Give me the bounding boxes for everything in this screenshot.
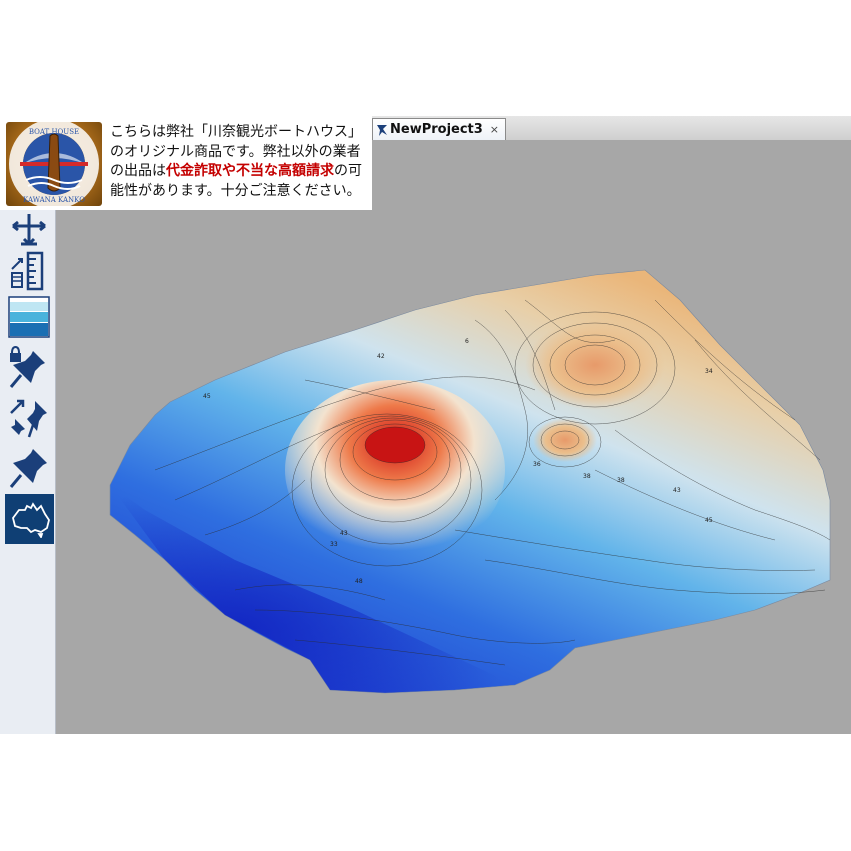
australia-map-icon	[11, 502, 50, 538]
move-vertical-icon	[12, 214, 46, 246]
contour-label: 48	[355, 578, 363, 585]
pin-tool[interactable]	[6, 444, 52, 490]
scale-ruler-icon	[11, 251, 44, 291]
contour-label: 38	[583, 473, 591, 480]
scale-tool[interactable]	[6, 248, 52, 294]
contour-label: 43	[340, 530, 348, 537]
contour-label: 33	[330, 541, 338, 548]
map-3d-viewport[interactable]: 48 45 43 38 36 33 38 34 45 6 43 42	[55, 140, 851, 734]
move-vertical-tool[interactable]	[6, 206, 52, 252]
resize-pins-icon	[10, 399, 47, 438]
project-icon	[377, 124, 387, 136]
document-tab-bar: NewProject3 ×	[372, 116, 851, 141]
tab-title: NewProject3	[390, 122, 483, 137]
contour-label: 34	[705, 368, 713, 375]
australia-map-tool[interactable]	[5, 494, 54, 544]
close-tab-icon[interactable]: ×	[490, 123, 499, 136]
resize-pins-tool[interactable]	[6, 394, 52, 440]
contour-label: 36	[533, 461, 541, 468]
contour-label: 38	[617, 477, 625, 484]
boat-house-logo: BOAT HOUSE KAWANA KANKO	[6, 119, 102, 209]
locked-pin-icon	[9, 345, 45, 388]
water-layers-icon	[8, 296, 50, 338]
contour-label: 42	[377, 353, 385, 360]
bathymetry-surface: 48 45 43 38 36 33 38 34 45 6 43 42	[109, 269, 831, 694]
tab-newproject3[interactable]: NewProject3 ×	[372, 118, 506, 140]
logo-text-top: BOAT HOUSE	[29, 128, 79, 136]
notice-text: こちらは弊社「川奈観光ボートハウス」のオリジナル商品です。弊社以外の業者の出品は…	[110, 123, 370, 201]
logo-text-bottom: KAWANA KANKO	[23, 196, 85, 204]
contour-label: 45	[705, 517, 713, 524]
pin-icon	[9, 449, 47, 488]
locked-pin-tool[interactable]	[6, 344, 52, 390]
water-layers-tool[interactable]	[6, 294, 52, 340]
contour-label: 6	[465, 338, 469, 345]
contour-label: 45	[203, 393, 211, 400]
logo-emblem: BOAT HOUSE KAWANA KANKO	[9, 119, 99, 209]
notice-warning-highlight: 代金詐取や不当な高額請求	[166, 163, 334, 179]
seller-notice: BOAT HOUSE KAWANA KANKO こちらは弊社「川奈観光ボートハウ…	[0, 116, 372, 210]
contour-label: 43	[673, 487, 681, 494]
